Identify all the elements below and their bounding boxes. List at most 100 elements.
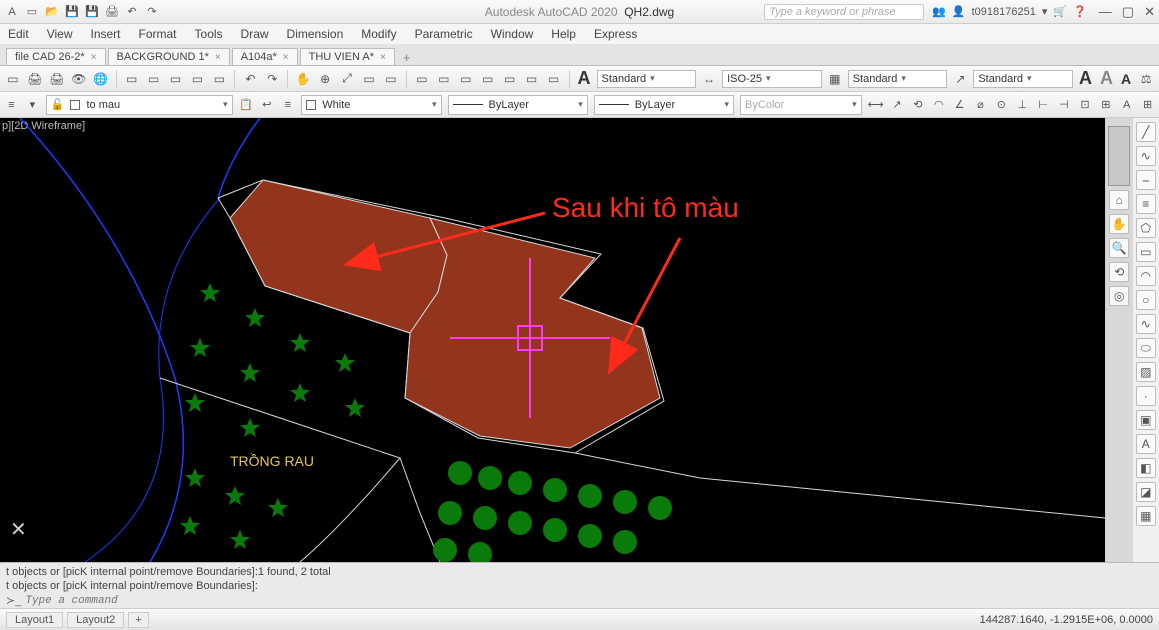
dim-icon[interactable]: ⌀ [973,97,988,113]
annot-a-icon[interactable]: A [1121,71,1131,87]
dim-icon[interactable]: ⊞ [1098,97,1113,113]
dim-style-icon[interactable]: ↔ [700,70,718,88]
tool-icon[interactable]: ▭ [382,70,400,88]
spline-icon[interactable]: ∿ [1136,314,1156,334]
layer-props-icon[interactable]: ≡ [280,97,295,113]
tool-icon[interactable]: ⊕ [316,70,334,88]
dim-icon[interactable]: ⊢ [1036,97,1051,113]
ellipse-icon[interactable]: ⬭ [1136,338,1156,358]
tool-icon[interactable]: 🌐 [92,70,110,88]
maximize-button[interactable]: ▢ [1122,4,1134,20]
menu-insert[interactable]: Insert [90,27,120,41]
xline-icon[interactable]: ⎯ [1136,170,1156,190]
tool-icon[interactable]: 👁 [70,70,88,88]
search-box[interactable]: Type a keyword or phrase [764,4,924,20]
line-icon[interactable]: ╱ [1136,122,1156,142]
polygon-icon[interactable]: ⬠ [1136,218,1156,238]
nav-orbit-icon[interactable]: ⟲ [1109,262,1129,282]
point-icon[interactable]: · [1136,386,1156,406]
close-tab-icon[interactable]: × [215,52,221,63]
nav-pan-icon[interactable]: ✋ [1109,214,1129,234]
dim-icon[interactable]: ⊡ [1078,97,1093,113]
table-icon[interactable]: ▦ [1136,506,1156,526]
new-tab[interactable]: + [397,50,417,65]
tool-icon[interactable]: 🖨 [48,70,66,88]
drawing-canvas[interactable]: p][2D Wireframe] [0,118,1105,562]
close-tab-icon[interactable]: × [91,52,97,63]
menu-modify[interactable]: Modify [361,27,396,41]
nav-wheel-icon[interactable]: ◎ [1109,286,1129,306]
dim-icon[interactable]: ↗ [889,97,904,113]
tool-icon[interactable]: ▭ [435,70,453,88]
layer-combo[interactable]: 🔓 to mau ▾ [46,95,233,115]
text-icon[interactable]: A [1136,434,1156,454]
text-style-icon[interactable]: A [578,68,591,89]
help-icon[interactable]: ❓ [1073,5,1087,18]
menu-parametric[interactable]: Parametric [415,27,473,41]
tool-icon[interactable]: ↷ [263,70,281,88]
dim-icon[interactable]: ⟲ [910,97,925,113]
undo-icon[interactable]: ↶ [124,4,140,20]
dim-icon[interactable]: ⊣ [1057,97,1072,113]
menu-draw[interactable]: Draw [241,27,269,41]
mleader-style-select[interactable]: Standard▾ [973,70,1073,88]
menu-window[interactable]: Window [491,27,534,41]
rect-icon[interactable]: ▭ [1136,242,1156,262]
signin-icon[interactable]: 👥 [932,5,946,18]
tool-icon[interactable]: ✋ [294,70,312,88]
command-input[interactable] [25,595,1153,607]
layer-prev-icon[interactable]: ↩ [259,97,274,113]
circle-icon[interactable]: ○ [1136,290,1156,310]
layer-filter-icon[interactable]: ▾ [25,97,40,113]
viewcube[interactable] [1108,126,1130,186]
nav-zoom-icon[interactable]: 🔍 [1109,238,1129,258]
tool-icon[interactable]: ▭ [413,70,431,88]
new-icon[interactable]: ▭ [24,4,40,20]
tool-icon[interactable]: ▭ [123,70,141,88]
saveas-icon[interactable]: 💾 [84,4,100,20]
lineweight-combo[interactable]: ByLayer ▾ [594,95,734,115]
close-tab-icon[interactable]: × [283,52,289,63]
open-icon[interactable]: 📂 [44,4,60,20]
annot-a-icon[interactable]: A [1079,68,1092,89]
app-menu-icon[interactable]: A [4,4,20,20]
doc-tab[interactable]: BACKGROUND 1*× [108,48,230,65]
layout-tab[interactable]: Layout1 [6,612,63,628]
text-style-select[interactable]: Standard▾ [597,70,697,88]
layout-tab[interactable]: Layout2 [67,612,124,628]
tool-icon[interactable]: ▭ [523,70,541,88]
doc-tab[interactable]: A104a*× [232,48,298,65]
layer-states-icon[interactable]: 📋 [239,97,254,113]
dim-icon[interactable]: A [1119,97,1134,113]
annot-a-icon[interactable]: A [1100,68,1113,89]
dim-icon[interactable]: ∠ [952,97,967,113]
tool-icon[interactable]: ▭ [210,70,228,88]
table-style-icon[interactable]: ▦ [826,70,844,88]
arc-icon[interactable]: ◠ [1136,266,1156,286]
menu-view[interactable]: View [47,27,73,41]
add-layout-tab[interactable]: + [128,612,148,628]
nav-home-icon[interactable]: ⌂ [1109,190,1129,210]
linetype-combo[interactable]: ByLayer ▾ [448,95,588,115]
menu-dimension[interactable]: Dimension [287,27,344,41]
tool-icon[interactable]: ▭ [4,70,22,88]
tool-icon[interactable]: ⤢ [338,70,356,88]
user-icon[interactable]: 👤 [952,5,966,18]
gradient-icon[interactable]: ◪ [1136,482,1156,502]
table-style-select[interactable]: Standard▾ [848,70,948,88]
tool-icon[interactable]: ▭ [457,70,475,88]
minimize-button[interactable]: — [1099,4,1112,20]
tool-icon[interactable]: ▭ [545,70,563,88]
tool-icon[interactable]: ↶ [241,70,259,88]
mline-icon[interactable]: ≡ [1136,194,1156,214]
block-icon[interactable]: ▣ [1136,410,1156,430]
dim-icon[interactable]: ⊞ [1140,97,1155,113]
dropdown-icon[interactable]: ▾ [1042,5,1048,18]
plotstyle-combo[interactable]: ByColor ▾ [740,95,862,115]
dim-icon[interactable]: ⟷ [868,97,884,113]
menu-tools[interactable]: Tools [195,27,223,41]
menu-edit[interactable]: Edit [8,27,29,41]
tool-icon[interactable]: ▭ [501,70,519,88]
tool-icon[interactable]: ▭ [145,70,163,88]
dim-icon[interactable]: ⊙ [994,97,1009,113]
